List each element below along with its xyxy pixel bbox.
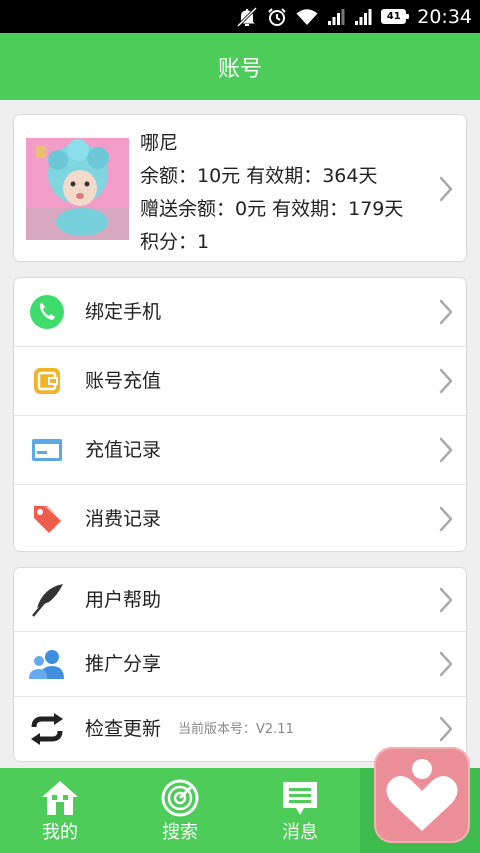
- chevron-right-icon: [439, 506, 453, 532]
- refresh-icon: [28, 710, 66, 748]
- tab-label: 搜索: [162, 822, 198, 843]
- status-icons: 41 20:34: [236, 0, 472, 33]
- message-icon: [283, 782, 317, 815]
- menu-item-bind-phone[interactable]: 绑定手机: [14, 278, 466, 347]
- chevron-right-icon: [439, 716, 453, 742]
- alarm-icon: [268, 7, 286, 26]
- chevron-right-icon: [439, 651, 453, 677]
- home-icon: [42, 781, 78, 815]
- heart-icon: [386, 759, 458, 831]
- floating-heart-button[interactable]: [374, 747, 470, 843]
- chevron-right-icon: [439, 368, 453, 394]
- tab-search[interactable]: 搜索: [120, 768, 240, 853]
- avatar: [26, 138, 129, 240]
- menu-item-label: 账号充值: [85, 370, 162, 392]
- profile-card[interactable]: 哪尼 余额：10元 有效期：364天 赠送余额：0元 有效期：179天 积分：1: [13, 114, 467, 262]
- chevron-right-icon: [439, 587, 453, 613]
- signal-icon-2: [355, 8, 372, 25]
- profile-name: 哪尼: [140, 132, 179, 154]
- menu-item-label: 推广分享: [85, 653, 162, 675]
- chevron-right-icon: [439, 437, 453, 463]
- battery-icon: 41: [381, 9, 410, 24]
- profile-info: 哪尼 余额：10元 有效期：364天 赠送余额：0元 有效期：179天 积分：1: [140, 127, 403, 259]
- chevron-right-icon: [439, 176, 453, 202]
- menu-item-label: 检查更新: [85, 718, 162, 740]
- chevron-right-icon: [439, 299, 453, 325]
- menu-item-label: 绑定手机: [85, 301, 162, 323]
- tab-label: 消息: [282, 822, 318, 843]
- menu-item-label: 用户帮助: [85, 589, 162, 611]
- menu-item-recharge-records[interactable]: 充值记录: [14, 416, 466, 485]
- status-time: 20:34: [417, 5, 472, 28]
- menu-item-consumption-records[interactable]: 消费记录: [14, 485, 466, 554]
- wifi-icon: [296, 8, 318, 25]
- status-bar: 41 20:34: [0, 0, 480, 33]
- tab-messages[interactable]: 消息: [240, 768, 360, 853]
- tab-mine[interactable]: 我的: [0, 768, 120, 853]
- version-text: 当前版本号：V2.11: [178, 722, 294, 737]
- menu-item-share[interactable]: 推广分享: [14, 632, 466, 697]
- points-text: 积分：1: [140, 231, 210, 253]
- radar-icon: [161, 779, 199, 817]
- menu-group-account: 绑定手机 账号充值 充值记录 消费记录: [13, 277, 467, 552]
- gift-balance-text: 赠送余额：0元 有效期：179天: [140, 198, 404, 220]
- tag-icon: [28, 500, 66, 538]
- feather-icon: [28, 581, 66, 619]
- battery-level: 41: [386, 11, 401, 22]
- menu-group-general: 用户帮助 推广分享 检查更新 当前版本号：V2.11: [13, 567, 467, 762]
- phone-icon: [28, 293, 66, 331]
- menu-item-recharge[interactable]: 账号充值: [14, 347, 466, 416]
- users-icon: [28, 645, 66, 683]
- mute-vibrate-icon: [237, 6, 258, 27]
- page-title: 账号: [217, 56, 262, 82]
- title-bar: 账号: [0, 33, 480, 100]
- menu-item-label: 充值记录: [85, 439, 162, 461]
- menu-item-label: 消费记录: [85, 508, 162, 530]
- tab-label: 我的: [42, 822, 78, 843]
- signal-icon-1: [328, 8, 345, 25]
- menu-item-help[interactable]: 用户帮助: [14, 568, 466, 632]
- card-icon: [28, 431, 66, 469]
- balance-text: 余额：10元 有效期：364天: [140, 165, 378, 187]
- wallet-icon: [28, 362, 66, 400]
